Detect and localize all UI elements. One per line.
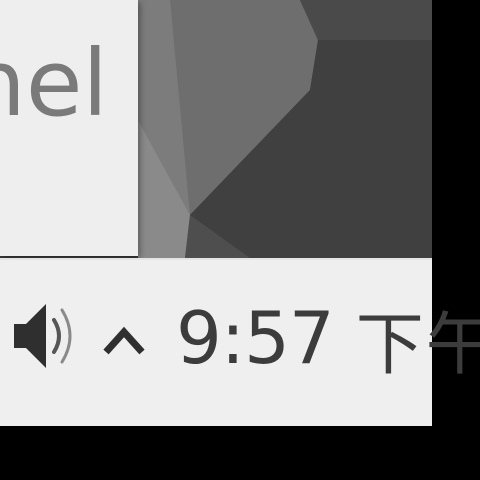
panel-tooltip: anel [0, 0, 138, 256]
screen: anel 9:57 下午 [0, 0, 480, 480]
system-clock[interactable]: 9:57 下午 [176, 288, 480, 388]
taskbar: 9:57 下午 [0, 258, 480, 426]
tooltip-text: anel [0, 30, 108, 137]
chevron-up-icon[interactable] [100, 322, 150, 358]
speaker-volume-icon[interactable] [10, 296, 76, 376]
clock-ampm: 下午 [355, 305, 480, 385]
clock-time: 9:57 [176, 296, 335, 380]
